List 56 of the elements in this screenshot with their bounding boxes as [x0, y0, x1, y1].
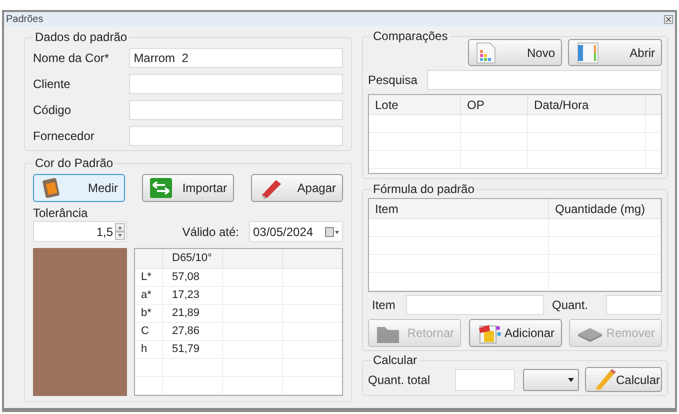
field-label: Item	[371, 297, 396, 314]
table-cell-text: 21,89	[172, 306, 200, 322]
calendar-dropdown-icon	[325, 226, 339, 236]
table-cell-text: 27,86	[172, 324, 200, 340]
group-title: Fórmula do padrão	[371, 181, 476, 197]
field-label: Nome da Cor*	[33, 50, 110, 67]
input-field[interactable]	[406, 295, 544, 315]
input-field[interactable]	[128, 126, 343, 146]
column-header: OP	[467, 96, 484, 114]
row-header: a*	[141, 288, 152, 304]
caret-icon	[568, 378, 574, 382]
window-title: Padrões	[6, 12, 44, 26]
chart-document-icon	[475, 42, 497, 64]
field-label: Quant. total	[368, 372, 432, 388]
field-label: Pesquisa	[368, 72, 418, 89]
row-header: C	[141, 324, 149, 340]
action-button[interactable]: Apagar	[251, 174, 343, 202]
spin-arrows-icon	[115, 223, 125, 240]
column-header: Quantidade (mg)	[555, 200, 646, 218]
group-title: Comparações	[371, 28, 450, 44]
field-label: Quant.	[552, 297, 590, 314]
input-field[interactable]	[128, 100, 343, 120]
column-header: Item	[375, 200, 398, 218]
table-cell-text: 51,79	[172, 342, 200, 358]
input-field[interactable]	[128, 74, 343, 94]
pencil-icon	[592, 368, 616, 392]
action-button[interactable]: Novo	[468, 39, 562, 66]
action-button[interactable]: Adicionar	[468, 319, 562, 347]
column-header: Lote	[375, 96, 398, 114]
input-field[interactable]	[455, 368, 515, 390]
action-button[interactable]: Calcular	[585, 367, 662, 392]
row-header: L*	[141, 270, 152, 286]
table-cell-text: 17,23	[172, 288, 200, 304]
field-label: Tolerância	[33, 206, 88, 220]
input-field[interactable]	[606, 295, 662, 315]
date-picker[interactable]: 03/05/2024	[249, 221, 343, 242]
search-field[interactable]	[427, 70, 662, 90]
column-header: D65/10°	[172, 251, 212, 266]
row-header: b*	[141, 306, 152, 322]
dropdown[interactable]	[523, 368, 579, 390]
input-field[interactable]: Marrom 2	[128, 48, 343, 68]
field-label: Código	[33, 102, 72, 119]
field-label: Fornecedor	[33, 128, 96, 145]
field-label: Válido até:	[182, 224, 239, 240]
notebook-icon	[575, 42, 601, 64]
field-label: Cliente	[33, 76, 72, 93]
column-header: Data/Hora	[534, 96, 589, 114]
arrows-icon	[149, 177, 173, 199]
row-header: h	[141, 342, 148, 358]
table-cell-text: 57,08	[172, 270, 200, 286]
group-title: Dados do padrão	[33, 29, 130, 45]
spinner-field[interactable]: 1,5	[33, 221, 127, 242]
close-icon[interactable]	[664, 14, 673, 24]
action-button[interactable]: Importar	[142, 174, 234, 202]
action-button[interactable]: Medir	[33, 174, 125, 202]
action-button[interactable]: Abrir	[568, 39, 662, 66]
